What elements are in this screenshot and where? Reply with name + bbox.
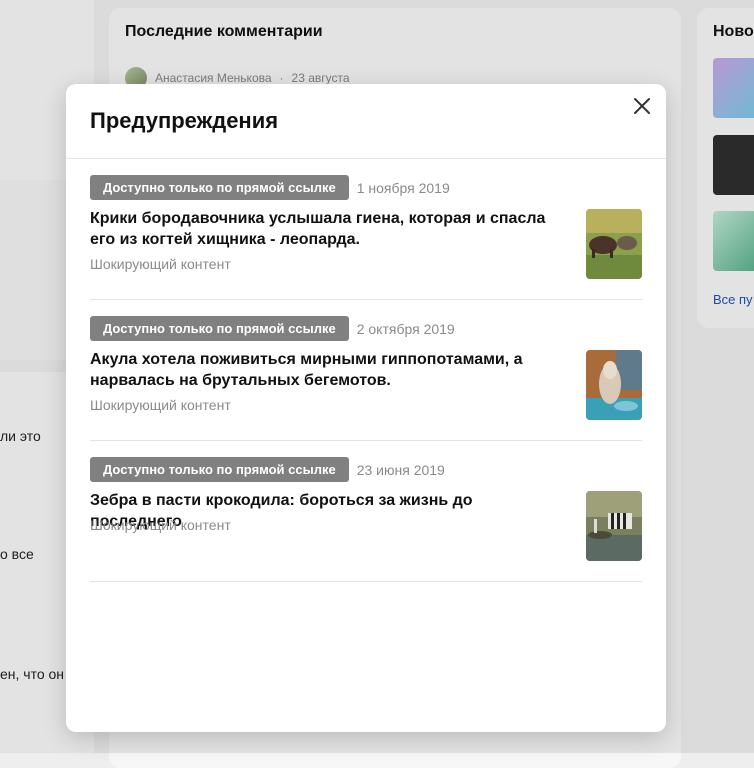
item-meta: Доступно только по прямой ссылке 1 ноябр… bbox=[90, 175, 450, 200]
warnings-list: Доступно только по прямой ссылке 1 ноябр… bbox=[66, 159, 666, 582]
close-button[interactable] bbox=[630, 94, 654, 118]
list-item[interactable]: Доступно только по прямой ссылке 1 ноябр… bbox=[90, 159, 642, 300]
item-meta: Доступно только по прямой ссылке 2 октяб… bbox=[90, 316, 455, 341]
warning-category: Шокирующий контент bbox=[90, 517, 231, 533]
status-badge: Доступно только по прямой ссылке bbox=[90, 175, 349, 200]
modal-header: Предупреждения bbox=[66, 84, 666, 159]
close-icon bbox=[634, 98, 650, 114]
article-thumbnail[interactable] bbox=[586, 491, 642, 561]
status-badge: Доступно только по прямой ссылке bbox=[90, 316, 349, 341]
article-thumbnail[interactable] bbox=[586, 350, 642, 420]
list-item[interactable]: Доступно только по прямой ссылке 2 октяб… bbox=[90, 300, 642, 441]
article-headline[interactable]: Крики бородавочника услышала гиена, кото… bbox=[90, 208, 566, 250]
warnings-modal: Предупреждения Доступно только по прямой… bbox=[66, 84, 666, 732]
warning-category: Шокирующий контент bbox=[90, 397, 231, 413]
modal-title: Предупреждения bbox=[90, 108, 279, 133]
article-thumbnail[interactable] bbox=[586, 209, 642, 279]
publication-date: 1 ноября 2019 bbox=[356, 179, 450, 196]
warning-category: Шокирующий контент bbox=[90, 256, 231, 272]
item-meta: Доступно только по прямой ссылке 23 июня… bbox=[90, 457, 445, 482]
article-headline[interactable]: Акула хотела поживиться мирными гиппопот… bbox=[90, 349, 566, 391]
publication-date: 2 октября 2019 bbox=[356, 320, 455, 337]
status-badge: Доступно только по прямой ссылке bbox=[90, 457, 349, 482]
list-item[interactable]: Доступно только по прямой ссылке 23 июня… bbox=[90, 441, 642, 582]
publication-date: 23 июня 2019 bbox=[356, 461, 445, 478]
